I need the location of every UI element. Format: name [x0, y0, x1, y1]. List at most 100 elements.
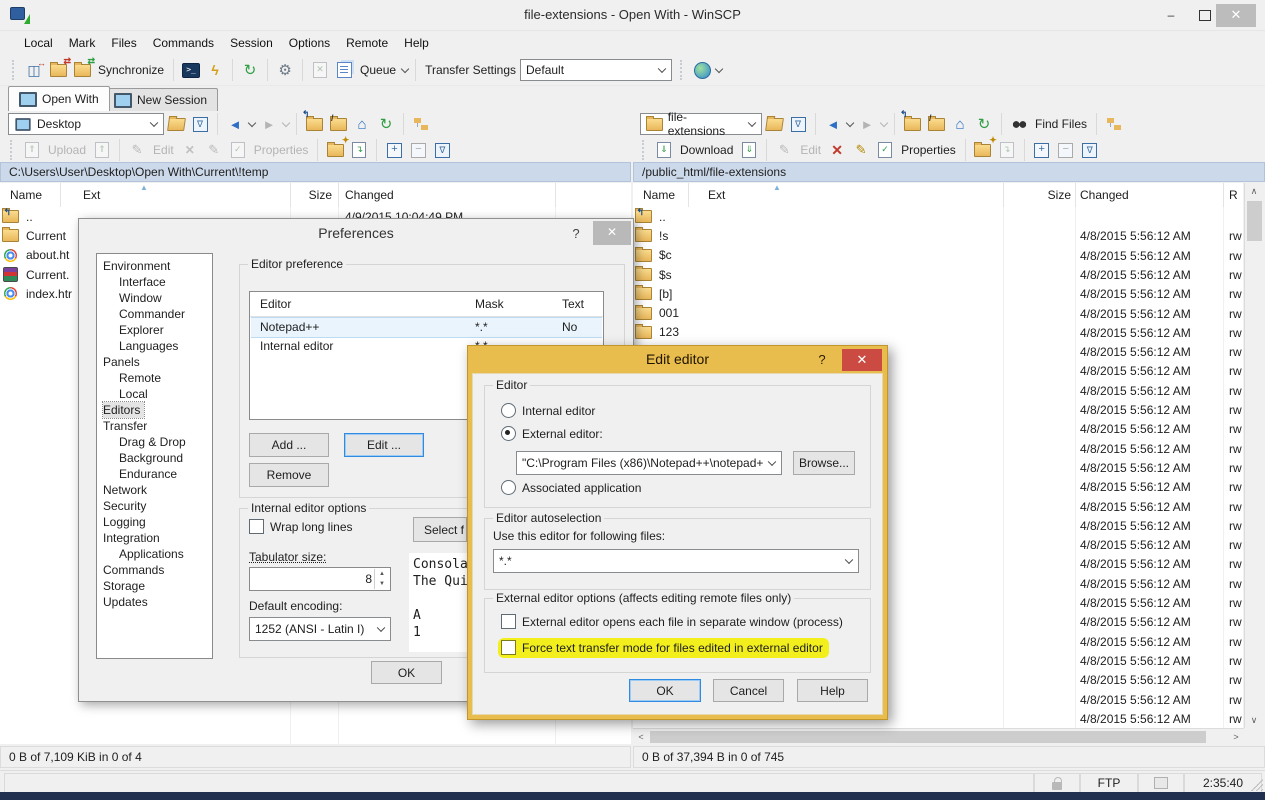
- left-new-file-icon[interactable]: ↴: [347, 139, 371, 161]
- custom-commands-globe-icon[interactable]: [690, 59, 714, 81]
- col-editor[interactable]: Editor: [260, 292, 291, 316]
- menu-mark[interactable]: Mark: [61, 33, 104, 53]
- tree-item-environment[interactable]: Environment: [103, 259, 170, 273]
- right-root-directory-icon[interactable]: /: [924, 113, 948, 135]
- menu-local[interactable]: Local: [16, 33, 61, 53]
- refresh-icon[interactable]: ↻: [238, 59, 262, 81]
- associated-application-radio[interactable]: [501, 480, 516, 495]
- right-address-bar[interactable]: /public_html/file-extensions: [633, 162, 1265, 182]
- console-icon[interactable]: >_: [179, 59, 203, 81]
- edit-button[interactable]: Edit ...: [344, 433, 424, 457]
- tree-item-editors[interactable]: Editors: [103, 402, 144, 418]
- add-button[interactable]: Add ...: [249, 433, 329, 457]
- right-back-icon[interactable]: ◄: [821, 113, 845, 135]
- file-row[interactable]: !s4/8/2015 5:56:12 AMrw: [633, 226, 1243, 245]
- tree-item-applications[interactable]: Applications: [119, 547, 184, 561]
- tree-item-panels[interactable]: Panels: [103, 355, 140, 369]
- tree-item-commander[interactable]: Commander: [119, 307, 185, 321]
- vscroll-thumb[interactable]: [1247, 201, 1262, 241]
- right-filter-icon[interactable]: ∇: [786, 113, 810, 135]
- right-delete-icon[interactable]: ✕: [825, 139, 849, 161]
- left-filter-icon[interactable]: ∇: [188, 113, 212, 135]
- internal-editor-radio[interactable]: [501, 403, 516, 418]
- download-label[interactable]: Download: [676, 143, 737, 157]
- right-selection-filter-icon[interactable]: ∇: [1078, 139, 1102, 161]
- left-directory-tree-icon[interactable]: [409, 113, 433, 135]
- browse-button[interactable]: Browse...: [793, 451, 855, 475]
- tree-item-storage[interactable]: Storage: [103, 579, 145, 593]
- tree-item-endurance[interactable]: Endurance: [119, 467, 177, 481]
- right-directory-tree-icon[interactable]: [1102, 113, 1126, 135]
- right-open-directory-icon[interactable]: [762, 113, 786, 135]
- external-editor-radio-row[interactable]: External editor:: [501, 426, 603, 441]
- tree-item-interface[interactable]: Interface: [119, 275, 166, 289]
- right-col-changed[interactable]: Changed: [1080, 188, 1129, 202]
- preferences-close-button[interactable]: ✕: [593, 221, 631, 245]
- file-row[interactable]: $c4/8/2015 5:56:12 AMrw: [633, 246, 1243, 265]
- menu-session[interactable]: Session: [222, 33, 281, 53]
- preferences-title[interactable]: Preferences: [79, 219, 633, 248]
- file-row[interactable]: 1234/8/2015 5:56:12 AMrw: [633, 323, 1243, 342]
- preferences-gear-icon[interactable]: ⚙: [273, 59, 297, 81]
- edit-editor-cancel-button[interactable]: Cancel: [713, 679, 784, 702]
- tree-item-updates[interactable]: Updates: [103, 595, 148, 609]
- synchronize-icon[interactable]: ⇄: [70, 59, 94, 81]
- globe-dropdown-icon[interactable]: [715, 65, 723, 73]
- right-directory-select[interactable]: file-extensions: [640, 113, 762, 135]
- left-drive-select[interactable]: Desktop: [8, 113, 164, 135]
- file-row[interactable]: ↰..: [633, 207, 1243, 226]
- right-home-directory-icon[interactable]: ⌂: [948, 113, 972, 135]
- tree-item-languages[interactable]: Languages: [119, 339, 178, 353]
- tree-item-network[interactable]: Network: [103, 483, 147, 497]
- minimize-button[interactable]: –: [1156, 6, 1186, 25]
- wrap-long-lines-row[interactable]: Wrap long lines: [249, 519, 353, 534]
- right-list-header[interactable]: Name Ext ▲ Size Changed R: [633, 183, 1243, 208]
- scroll-up-icon[interactable]: ∧: [1246, 183, 1262, 199]
- file-row[interactable]: $s4/8/2015 5:56:12 AMrw: [633, 265, 1243, 284]
- left-select-icon[interactable]: +: [382, 139, 406, 161]
- tree-item-background[interactable]: Background: [119, 451, 183, 465]
- file-row[interactable]: [b]4/8/2015 5:56:12 AMrw: [633, 284, 1243, 303]
- transfer-settings-select[interactable]: Default: [520, 59, 672, 81]
- left-selection-filter-icon[interactable]: ∇: [430, 139, 454, 161]
- right-col-name[interactable]: Name: [643, 188, 675, 202]
- left-open-directory-icon[interactable]: [164, 113, 188, 135]
- separate-window-checkbox-row[interactable]: External editor opens each file in separ…: [501, 614, 843, 629]
- remove-button[interactable]: Remove: [249, 463, 329, 487]
- left-refresh-icon[interactable]: ↻: [374, 113, 398, 135]
- tree-item-remote[interactable]: Remote: [119, 371, 161, 385]
- left-back-icon[interactable]: ◄: [223, 113, 247, 135]
- external-editor-radio[interactable]: [501, 426, 516, 441]
- tabulator-size-spinner[interactable]: 8 ▲▼: [249, 567, 391, 591]
- tree-item-drag-drop[interactable]: Drag & Drop: [119, 435, 186, 449]
- right-select-icon[interactable]: +: [1030, 139, 1054, 161]
- left-root-directory-icon[interactable]: /: [326, 113, 350, 135]
- edit-editor-ok-button[interactable]: OK: [629, 679, 701, 702]
- preferences-tree[interactable]: EnvironmentInterfaceWindowCommanderExplo…: [96, 253, 213, 659]
- scroll-left-icon[interactable]: <: [633, 729, 649, 745]
- separate-window-checkbox[interactable]: [501, 614, 516, 629]
- tab-new-session[interactable]: New Session: [103, 88, 218, 111]
- spinner-arrows-icon[interactable]: ▲▼: [374, 569, 389, 589]
- tab-open-with[interactable]: Open With: [8, 86, 110, 111]
- find-files-icon[interactable]: [1007, 113, 1031, 135]
- right-properties-label[interactable]: Properties: [897, 143, 960, 157]
- tree-item-integration[interactable]: Integration: [103, 531, 160, 545]
- left-address-bar[interactable]: C:\Users\User\Desktop\Open With\Current\…: [0, 162, 631, 182]
- right-refresh-icon[interactable]: ↻: [972, 113, 996, 135]
- left-new-folder-icon[interactable]: ✦: [323, 139, 347, 161]
- resize-grip[interactable]: [1251, 779, 1263, 791]
- find-files-label[interactable]: Find Files: [1031, 117, 1091, 131]
- external-editor-path-select[interactable]: "C:\Program Files (x86)\Notepad++\notepa…: [516, 451, 782, 475]
- wrap-long-lines-checkbox[interactable]: [249, 519, 264, 534]
- left-col-name[interactable]: Name: [10, 188, 42, 202]
- right-rename-icon[interactable]: ✎: [849, 139, 873, 161]
- right-back-dropdown-icon[interactable]: [846, 119, 854, 127]
- menu-help[interactable]: Help: [396, 33, 437, 53]
- tree-item-logging[interactable]: Logging: [103, 515, 146, 529]
- right-properties-icon[interactable]: ✓: [873, 139, 897, 161]
- download-icon[interactable]: ⇓: [652, 139, 676, 161]
- file-mask-select[interactable]: *.*: [493, 549, 859, 573]
- select-font-button[interactable]: Select f: [413, 517, 467, 542]
- menu-commands[interactable]: Commands: [145, 33, 222, 53]
